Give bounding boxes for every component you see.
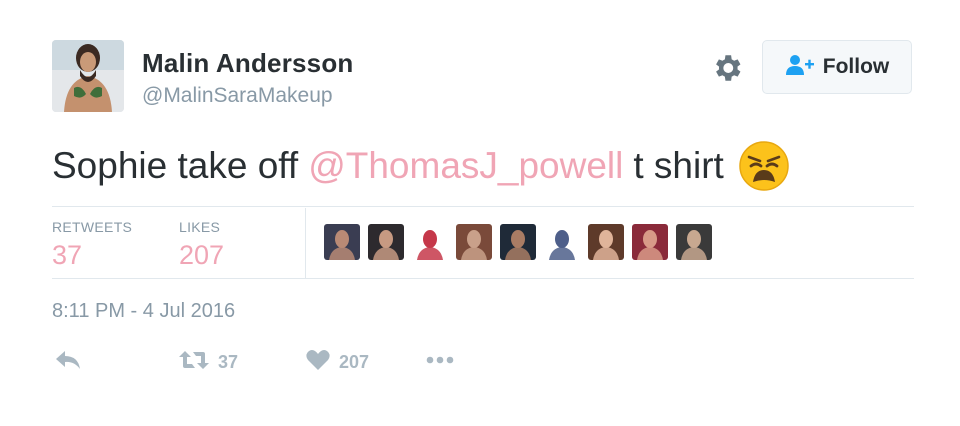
more-button[interactable] <box>425 350 455 375</box>
divider-top <box>52 206 914 207</box>
reply-button[interactable] <box>54 348 82 377</box>
tweet-timestamp[interactable]: 8:11 PM - 4 Jul 2016 <box>52 300 235 323</box>
follow-button-label: Follow <box>822 55 890 78</box>
user-display-name[interactable]: Malin Andersson <box>142 48 354 79</box>
liker-avatar[interactable] <box>324 224 360 260</box>
liker-avatar[interactable] <box>368 224 404 260</box>
stats-vertical-divider <box>305 208 306 278</box>
more-icon <box>425 350 455 375</box>
liker-avatar[interactable] <box>588 224 624 260</box>
avatar[interactable] <box>52 40 124 112</box>
add-user-icon <box>785 54 815 81</box>
mention-link[interactable]: @ThomasJ_powell <box>308 145 623 187</box>
avatar-image <box>52 40 124 112</box>
liker-avatar[interactable] <box>632 224 668 260</box>
liker-avatar[interactable] <box>456 224 492 260</box>
heart-icon <box>305 348 331 377</box>
liker-avatar[interactable] <box>676 224 712 260</box>
liker-avatar[interactable] <box>544 224 580 260</box>
reply-icon <box>54 348 82 377</box>
retweets-count[interactable]: 37 <box>52 240 82 271</box>
tweet-text: Sophie take off @ThomasJ_powell t shirt <box>52 140 790 192</box>
liker-avatar[interactable] <box>500 224 536 260</box>
liker-avatars <box>324 224 712 260</box>
gear-icon[interactable] <box>710 51 744 85</box>
retweet-icon <box>178 348 210 377</box>
retweet-button[interactable]: 37 <box>178 348 238 377</box>
weary-face-emoji-icon <box>738 140 790 192</box>
liker-avatar[interactable] <box>412 224 448 260</box>
like-button[interactable]: 207 <box>305 348 369 377</box>
likes-label: LIKES <box>179 219 221 235</box>
likes-count[interactable]: 207 <box>179 240 224 271</box>
user-handle[interactable]: @MalinSaraMakeup <box>142 84 333 108</box>
like-action-count: 207 <box>339 352 370 372</box>
tweet-text-after: t shirt <box>633 145 724 186</box>
tweet-text-before: Sophie take off <box>52 145 299 186</box>
retweets-label: RETWEETS <box>52 219 133 235</box>
follow-button[interactable]: Follow <box>762 40 912 94</box>
retweet-action-count: 37 <box>218 352 239 372</box>
divider-bottom <box>52 278 914 279</box>
